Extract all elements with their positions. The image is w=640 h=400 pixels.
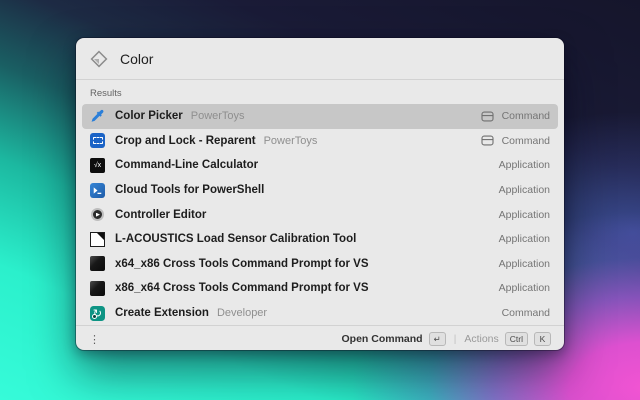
enter-key-badge: ↵ bbox=[429, 332, 446, 346]
result-title: Controller Editor bbox=[115, 209, 206, 221]
result-title: x64_x86 Cross Tools Command Prompt for V… bbox=[115, 258, 369, 270]
result-row[interactable]: Cloud Tools for PowerShell Application bbox=[82, 178, 558, 203]
result-type-label: Application bbox=[499, 282, 550, 294]
result-row[interactable]: √x Command-Line Calculator Application bbox=[82, 153, 558, 178]
result-row[interactable]: L-ACOUSTICS Load Sensor Calibration Tool… bbox=[82, 227, 558, 252]
result-row[interactable]: x64_x86 Cross Tools Command Prompt for V… bbox=[82, 252, 558, 277]
create-extension-icon: ↻ bbox=[90, 306, 105, 321]
result-title: Create Extension bbox=[115, 307, 209, 319]
ctrl-key-badge: Ctrl bbox=[505, 332, 528, 346]
calculator-icon: √x bbox=[90, 158, 105, 173]
result-type: Application bbox=[499, 233, 550, 245]
controller-icon bbox=[90, 207, 105, 222]
desktop-background: Color Results Color Picker PowerToys Com… bbox=[0, 0, 640, 400]
more-options-icon[interactable]: ⋮ bbox=[89, 333, 99, 346]
color-picker-icon bbox=[90, 109, 105, 124]
result-row[interactable]: Crop and Lock - Reparent PowerToys Comma… bbox=[82, 129, 558, 154]
result-type-label: Application bbox=[499, 209, 550, 221]
result-type: Application bbox=[499, 282, 550, 294]
result-type: Application bbox=[499, 209, 550, 221]
result-type: Application bbox=[499, 184, 550, 196]
results-section-label: Results bbox=[76, 80, 564, 104]
result-title: Cloud Tools for PowerShell bbox=[115, 184, 264, 196]
command-palette-logo-icon bbox=[90, 50, 108, 68]
status-divider: | bbox=[452, 334, 459, 345]
search-bar[interactable]: Color bbox=[76, 38, 564, 80]
k-key-badge: K bbox=[534, 332, 551, 346]
search-input[interactable]: Color bbox=[120, 51, 153, 67]
result-type: Application bbox=[499, 159, 550, 171]
command-palette-window: Color Results Color Picker PowerToys Com… bbox=[76, 38, 564, 350]
result-type-label: Application bbox=[499, 233, 550, 245]
result-type-label: Application bbox=[499, 159, 550, 171]
result-subtitle: PowerToys bbox=[191, 110, 245, 122]
result-type: Application bbox=[499, 258, 550, 270]
result-title: Color Picker bbox=[115, 110, 183, 122]
result-row[interactable]: x86_x64 Cross Tools Command Prompt for V… bbox=[82, 276, 558, 301]
result-type: Command bbox=[481, 135, 550, 147]
result-type-label: Command bbox=[502, 135, 550, 147]
results-list: Color Picker PowerToys Command Crop and … bbox=[76, 104, 564, 325]
result-row[interactable]: Controller Editor Application bbox=[82, 202, 558, 227]
actions-button[interactable]: Actions bbox=[464, 333, 498, 345]
result-title: Command-Line Calculator bbox=[115, 159, 258, 171]
result-type-label: Command bbox=[502, 307, 550, 319]
result-type: Command bbox=[502, 307, 550, 319]
open-command-button[interactable]: Open Command bbox=[342, 333, 423, 345]
console-icon bbox=[90, 281, 105, 296]
result-type-label: Command bbox=[502, 110, 550, 122]
result-title: Crop and Lock - Reparent bbox=[115, 135, 256, 147]
result-type-label: Application bbox=[499, 258, 550, 270]
result-row[interactable]: Color Picker PowerToys Command bbox=[82, 104, 558, 129]
command-type-icon bbox=[481, 111, 494, 122]
status-actions: Open Command ↵ | Actions Ctrl K bbox=[342, 332, 552, 346]
result-subtitle: PowerToys bbox=[264, 135, 318, 147]
result-type-label: Application bbox=[499, 184, 550, 196]
result-subtitle: Developer bbox=[217, 307, 267, 319]
command-type-icon bbox=[481, 135, 494, 146]
result-title: L-ACOUSTICS Load Sensor Calibration Tool bbox=[115, 233, 356, 245]
result-type: Command bbox=[481, 110, 550, 122]
result-row[interactable]: ↻ Create Extension Developer Command bbox=[82, 301, 558, 326]
status-bar: ⋮ Open Command ↵ | Actions Ctrl K bbox=[76, 325, 564, 352]
crop-lock-icon bbox=[90, 133, 105, 148]
powershell-icon bbox=[90, 183, 105, 198]
result-title: x86_x64 Cross Tools Command Prompt for V… bbox=[115, 282, 369, 294]
console-icon bbox=[90, 256, 105, 271]
document-icon bbox=[90, 232, 105, 247]
